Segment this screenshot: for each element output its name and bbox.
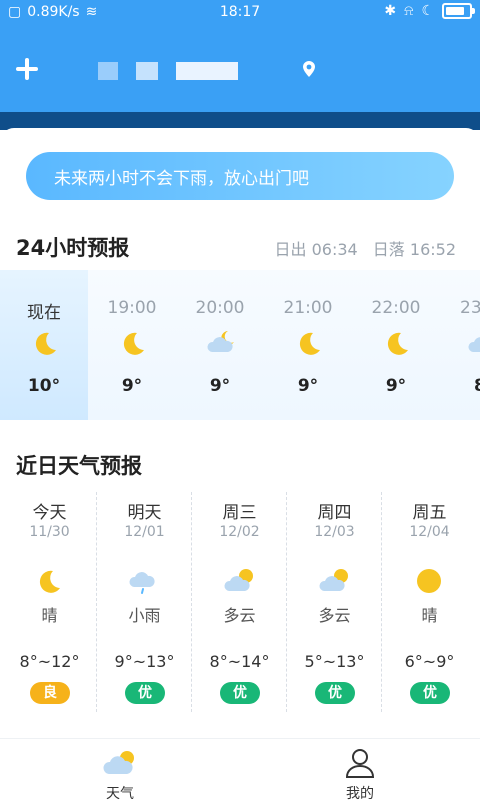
hour-label: 现在 bbox=[27, 303, 61, 323]
light-rain-icon bbox=[129, 566, 159, 596]
day-weather: 晴 bbox=[421, 606, 438, 625]
weather-tab-icon bbox=[103, 747, 137, 779]
user-profile-icon bbox=[343, 747, 377, 779]
day-temp-range: 9°~13° bbox=[114, 652, 175, 671]
moon-icon bbox=[30, 328, 60, 358]
rain-forecast-banner[interactable]: 未来两小时不会下雨，放心出门吧 bbox=[26, 152, 454, 200]
hour-item[interactable]: 22:00 9° bbox=[352, 270, 440, 420]
day-temp-range: 6°~9° bbox=[404, 652, 455, 671]
day-name: 周三 bbox=[222, 503, 257, 523]
day-date: 12/01 bbox=[124, 524, 165, 540]
nav-mine[interactable]: 我的 bbox=[240, 743, 480, 802]
hour-item[interactable]: 20:00 9° bbox=[176, 270, 264, 420]
day-weather: 小雨 bbox=[128, 606, 161, 625]
hour-item-now[interactable]: 现在 10° bbox=[0, 270, 88, 420]
status-left: ▢ 0.89K/s ≋ bbox=[8, 4, 97, 20]
partly-cloudy-icon bbox=[224, 566, 254, 596]
city-name-mosaic bbox=[176, 62, 238, 80]
day-date: 12/03 bbox=[314, 524, 355, 540]
app-header bbox=[0, 24, 480, 114]
status-bar: ▢ 0.89K/s ≋ 18:17 ✱ ⍾ ☾ bbox=[0, 0, 480, 24]
sun-icon bbox=[414, 566, 444, 596]
bottom-navigation: 天气 我的 bbox=[0, 738, 480, 802]
day-item[interactable]: 周五 12/04 晴 6°~9° 优 bbox=[382, 492, 477, 712]
city-name bbox=[98, 62, 238, 80]
day-name: 周五 bbox=[412, 503, 447, 523]
hour-label: 20:00 bbox=[195, 298, 245, 318]
day-date: 12/04 bbox=[409, 524, 450, 540]
day-date: 11/30 bbox=[29, 524, 70, 540]
partly-cloudy-icon bbox=[319, 566, 349, 596]
hour-item-partial[interactable]: 23 8 bbox=[440, 270, 480, 420]
hour-label: 23 bbox=[460, 298, 480, 318]
day-weather: 多云 bbox=[223, 606, 256, 625]
air-quality-badge: 优 bbox=[220, 682, 260, 704]
hour-item[interactable]: 19:00 9° bbox=[88, 270, 176, 420]
hour-label: 22:00 bbox=[371, 298, 421, 318]
air-quality-badge: 优 bbox=[125, 682, 165, 704]
status-right: ✱ ⍾ ☾ bbox=[384, 3, 475, 19]
hour-temp: 9° bbox=[121, 376, 143, 396]
daily-forecast-list[interactable]: 今天 11/30 晴 8°~12° 良 明天 12/01 小雨 9°~13° 优… bbox=[0, 492, 480, 722]
battery-icon bbox=[442, 3, 475, 19]
daily-forecast-title: 近日天气预报 bbox=[16, 454, 142, 478]
bluetooth-icon: ✱ bbox=[384, 3, 397, 19]
nav-weather-label: 天气 bbox=[106, 786, 134, 802]
sim-icon: ▢ bbox=[8, 4, 22, 20]
day-name: 明天 bbox=[127, 503, 162, 523]
day-temp-range: 8°~12° bbox=[19, 652, 80, 671]
sunset-time: 日落 16:52 bbox=[372, 240, 456, 259]
air-quality-badge: 优 bbox=[315, 682, 355, 704]
alarm-off-icon: ⍾ bbox=[404, 3, 414, 19]
city-name-mosaic bbox=[98, 62, 118, 80]
status-time: 18:17 bbox=[219, 4, 261, 20]
nav-mine-label: 我的 bbox=[346, 786, 374, 802]
day-item[interactable]: 周三 12/02 多云 8°~14° 优 bbox=[192, 492, 287, 712]
day-name: 周四 bbox=[317, 503, 352, 523]
day-item[interactable]: 明天 12/01 小雨 9°~13° 优 bbox=[97, 492, 192, 712]
do-not-disturb-icon: ☾ bbox=[421, 3, 434, 19]
wifi-icon: ≋ bbox=[85, 4, 98, 20]
plus-icon[interactable] bbox=[16, 58, 38, 80]
air-quality-badge: 良 bbox=[30, 682, 70, 704]
hour-temp: 9° bbox=[385, 376, 407, 396]
hour-temp: 8 bbox=[474, 376, 480, 396]
hour-temp: 10° bbox=[27, 376, 61, 396]
moon-icon bbox=[34, 566, 64, 596]
day-weather: 晴 bbox=[41, 606, 58, 625]
sunrise-time: 日出 06:34 bbox=[274, 240, 358, 259]
sunrise-sunset: 日出 06:34 日落 16:52 bbox=[265, 236, 457, 260]
hour-temp: 9° bbox=[209, 376, 231, 396]
hour-label: 19:00 bbox=[107, 298, 157, 318]
day-weather: 多云 bbox=[318, 606, 351, 625]
day-date: 12/02 bbox=[219, 524, 260, 540]
moon-icon bbox=[118, 328, 148, 358]
hour-temp: 9° bbox=[297, 376, 319, 396]
hourly-forecast-title: 24小时预报 bbox=[16, 236, 130, 260]
hourly-forecast-list[interactable]: 现在 10° 19:00 9° 20:00 9° 21:00 9° 22:00 bbox=[0, 270, 480, 420]
location-pin-icon[interactable] bbox=[301, 60, 317, 77]
moon-icon bbox=[294, 328, 324, 358]
nav-weather[interactable]: 天气 bbox=[0, 743, 240, 802]
day-temp-range: 8°~14° bbox=[209, 652, 270, 671]
air-quality-badge: 优 bbox=[410, 682, 450, 704]
location-pin-icon bbox=[303, 61, 315, 77]
network-speed: 0.89K/s bbox=[27, 4, 80, 20]
cloudy-night-icon bbox=[206, 328, 236, 358]
day-item[interactable]: 周四 12/03 多云 5°~13° 优 bbox=[287, 492, 382, 712]
day-temp-range: 5°~13° bbox=[304, 652, 365, 671]
moon-icon bbox=[382, 328, 412, 358]
cloud-icon bbox=[468, 328, 480, 358]
hour-label: 21:00 bbox=[283, 298, 333, 318]
hour-item[interactable]: 21:00 9° bbox=[264, 270, 352, 420]
city-name-mosaic bbox=[136, 62, 158, 80]
day-item[interactable]: 今天 11/30 晴 8°~12° 良 bbox=[2, 492, 97, 712]
day-name: 今天 bbox=[32, 503, 67, 523]
